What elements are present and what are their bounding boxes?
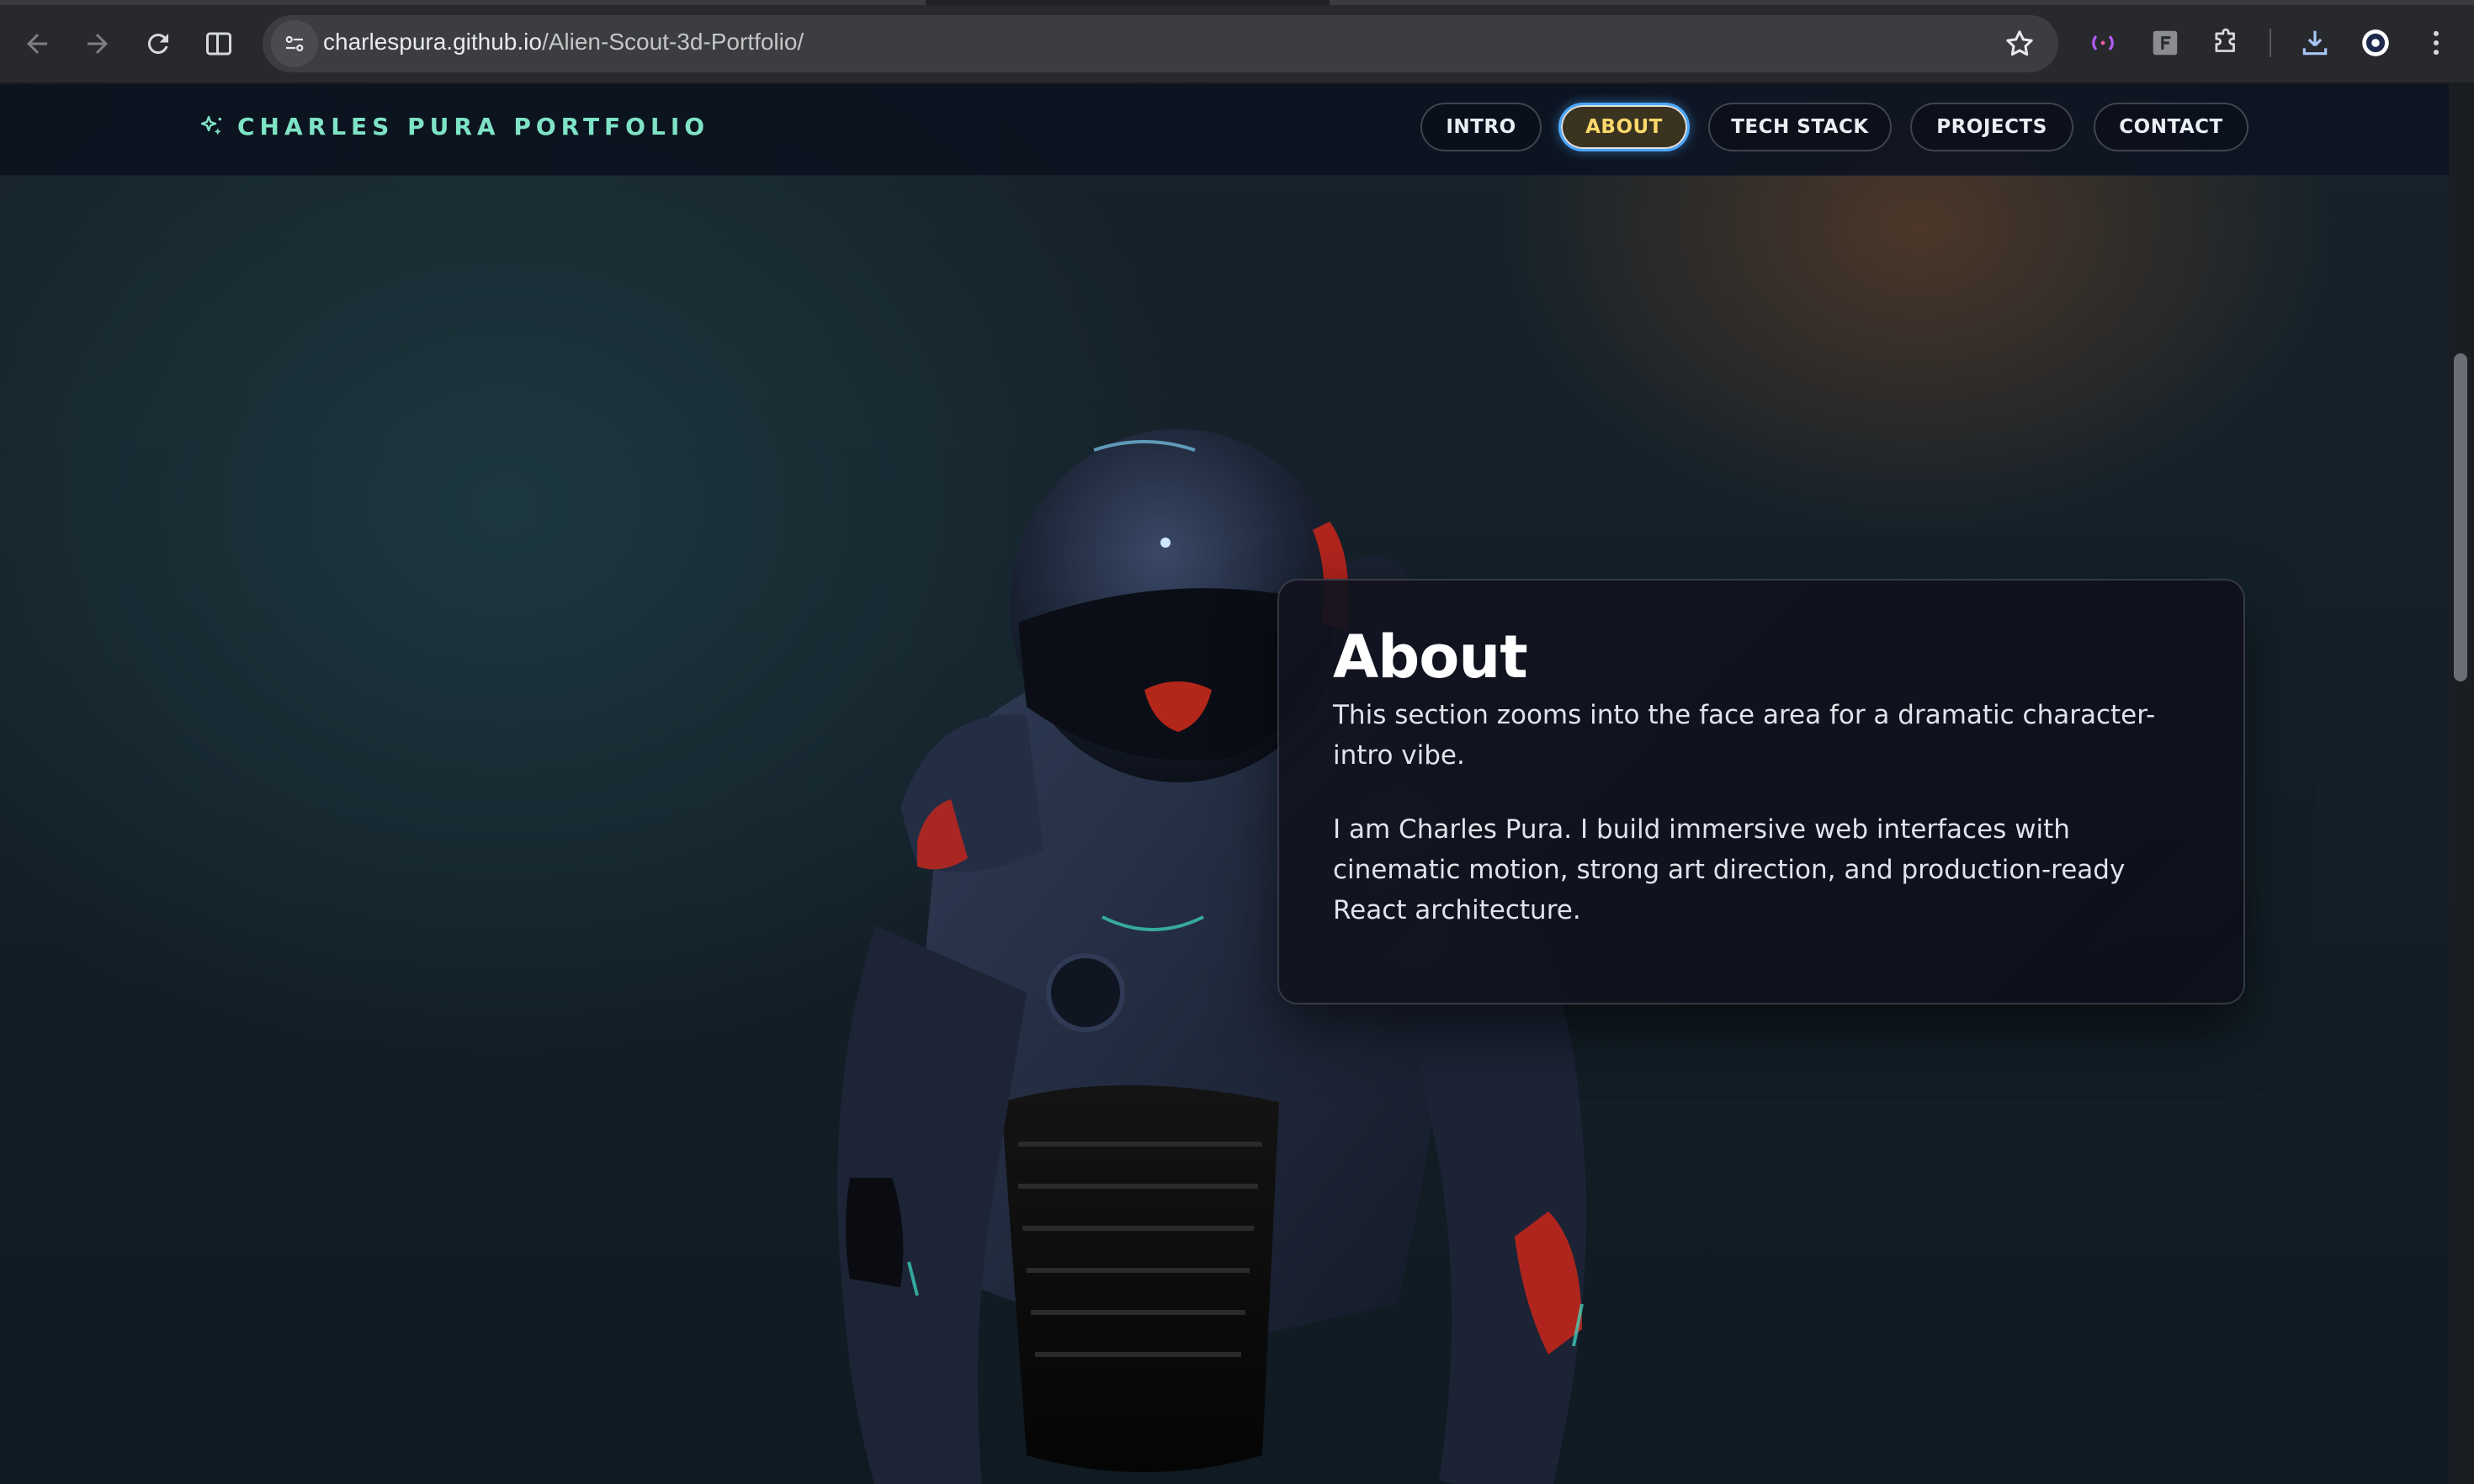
extension-radio-button[interactable] bbox=[2082, 22, 2124, 64]
back-button[interactable] bbox=[13, 20, 61, 67]
download-icon bbox=[2302, 30, 2328, 56]
forward-button[interactable] bbox=[74, 20, 121, 67]
brand-name: CHARLES PURA PORTFOLIO bbox=[237, 113, 710, 140]
url-host: charlespura.github.io bbox=[323, 29, 542, 55]
brand-logo[interactable]: CHARLES PURA PORTFOLIO bbox=[199, 113, 709, 140]
profile-button[interactable] bbox=[2355, 22, 2397, 64]
split-view-icon bbox=[206, 32, 231, 56]
avatar-icon bbox=[2362, 29, 2389, 56]
sparkles-icon bbox=[200, 115, 222, 135]
browser-toolbar: charlespura.github.io/Alien-Scout-3d-Por… bbox=[0, 0, 2474, 84]
arrow-right-icon bbox=[88, 34, 108, 54]
letter-f-icon bbox=[2153, 30, 2178, 56]
nav-contact[interactable]: CONTACT bbox=[2094, 103, 2248, 151]
nav-intro[interactable]: INTRO bbox=[1420, 103, 1542, 151]
url-text: charlespura.github.io/Alien-Scout-3d-Por… bbox=[323, 29, 804, 56]
scrollbar-thumb[interactable] bbox=[2454, 353, 2467, 681]
bookmark-star-icon[interactable] bbox=[2003, 27, 2036, 61]
about-title: About bbox=[1333, 623, 1528, 692]
downloads-button[interactable] bbox=[2294, 22, 2336, 64]
address-bar[interactable]: charlespura.github.io/Alien-Scout-3d-Por… bbox=[263, 15, 2058, 72]
kebab-menu-icon bbox=[2433, 30, 2439, 56]
site-info-button[interactable] bbox=[271, 20, 318, 67]
reload-button[interactable] bbox=[135, 20, 182, 67]
page-scrollbar[interactable] bbox=[2449, 84, 2474, 1484]
arrow-left-icon bbox=[27, 34, 47, 54]
url-path: /Alien-Scout-3d-Portfolio/ bbox=[541, 29, 804, 55]
side-panel-button[interactable] bbox=[195, 20, 242, 67]
puzzle-icon bbox=[2215, 28, 2235, 52]
about-intro-text: This section zooms into the face area fo… bbox=[1333, 700, 2156, 771]
about-card: About This section zooms into the face a… bbox=[1277, 579, 2245, 1004]
tune-icon bbox=[285, 35, 304, 52]
site-header: CHARLES PURA PORTFOLIO INTRO ABOUT TECH … bbox=[0, 84, 2449, 176]
broadcast-icon bbox=[2092, 34, 2114, 51]
reload-icon bbox=[147, 34, 168, 55]
nav-projects[interactable]: PROJECTS bbox=[1910, 103, 2073, 151]
extension-f-button[interactable] bbox=[2144, 22, 2186, 64]
about-bio-text: I am Charles Pura. I build immersive web… bbox=[1333, 814, 2126, 925]
nav-about[interactable]: ABOUT bbox=[1558, 103, 1690, 151]
toolbar-divider bbox=[2270, 29, 2271, 57]
tab-strip bbox=[0, 0, 2474, 5]
page-viewport: CHARLES PURA PORTFOLIO INTRO ABOUT TECH … bbox=[0, 84, 2449, 1484]
extensions-button[interactable] bbox=[2205, 22, 2247, 64]
browser-menu-button[interactable] bbox=[2415, 22, 2457, 64]
nav-tech-stack[interactable]: TECH STACK bbox=[1708, 103, 1892, 151]
